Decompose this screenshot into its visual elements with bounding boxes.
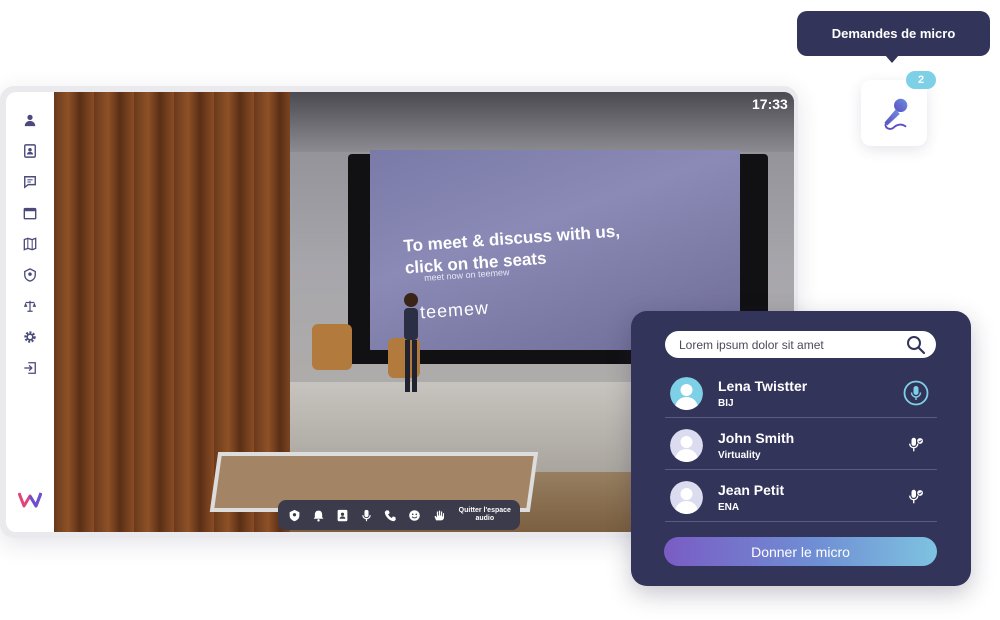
chat-icon[interactable] [20, 172, 40, 192]
mic-requests-count-badge: 2 [906, 71, 936, 89]
clock: 17:33 [752, 96, 788, 112]
screen-headline: To meet & discuss with us, click on the … [403, 220, 622, 279]
user-organization: BIJ [718, 398, 734, 409]
bottom-toolbar: Quitter l'espace audio [278, 500, 520, 530]
badge-icon[interactable] [20, 265, 40, 285]
user-name: Lena Twistter [718, 378, 808, 394]
user-row[interactable]: Lena Twistter BIJ [665, 368, 937, 418]
avatar [670, 429, 703, 462]
avatar [670, 377, 703, 410]
user-organization: ENA [718, 502, 740, 513]
raise-hand-icon[interactable] [428, 503, 450, 527]
calendar-icon[interactable] [20, 203, 40, 223]
contacts-icon[interactable] [20, 141, 40, 161]
bell-icon[interactable] [308, 503, 330, 527]
user-name: John Smith [718, 430, 795, 446]
avatar-icon[interactable] [284, 503, 306, 527]
balance-icon[interactable] [20, 296, 40, 316]
speaker-avatar [396, 290, 426, 400]
microphone-active-icon[interactable] [903, 380, 929, 406]
quit-audio-label-line-1: Quitter l'espace [458, 507, 511, 514]
search-bar[interactable] [665, 331, 936, 358]
user-name: Jean Petit [718, 482, 785, 498]
exit-icon[interactable] [20, 358, 40, 378]
user-organization: Virtuality [718, 450, 761, 461]
search-icon[interactable] [905, 334, 926, 355]
quit-audio-label-line-2: audio [475, 515, 495, 522]
sidebar [6, 92, 54, 532]
user-icon[interactable] [20, 110, 40, 130]
mic-requests-tooltip: Demandes de micro [797, 11, 990, 56]
phone-icon[interactable] [380, 503, 402, 527]
map-icon[interactable] [20, 234, 40, 254]
screen-brand: teemew [419, 297, 490, 323]
microphone-icon [884, 98, 908, 130]
microphone-request-icon[interactable] [903, 484, 929, 510]
contact-card-icon[interactable] [332, 503, 354, 527]
quit-audio-button[interactable]: Quitter l'espace audio [456, 507, 514, 523]
search-input[interactable] [679, 335, 899, 354]
avatar [670, 481, 703, 514]
emoji-icon[interactable] [404, 503, 426, 527]
mic-requests-button[interactable] [861, 80, 927, 146]
user-row[interactable]: Jean Petit ENA [665, 472, 937, 522]
microphone-icon[interactable] [356, 503, 378, 527]
tooltip-tail [885, 55, 899, 63]
seat[interactable] [312, 324, 352, 370]
settings-icon[interactable] [20, 327, 40, 347]
mic-requests-panel: Lena Twistter BIJ John Smith Virtuality … [631, 311, 971, 586]
teemew-logo [17, 490, 43, 508]
give-mic-button[interactable]: Donner le micro [664, 537, 937, 566]
user-row[interactable]: John Smith Virtuality [665, 420, 937, 470]
microphone-request-icon[interactable] [903, 432, 929, 458]
